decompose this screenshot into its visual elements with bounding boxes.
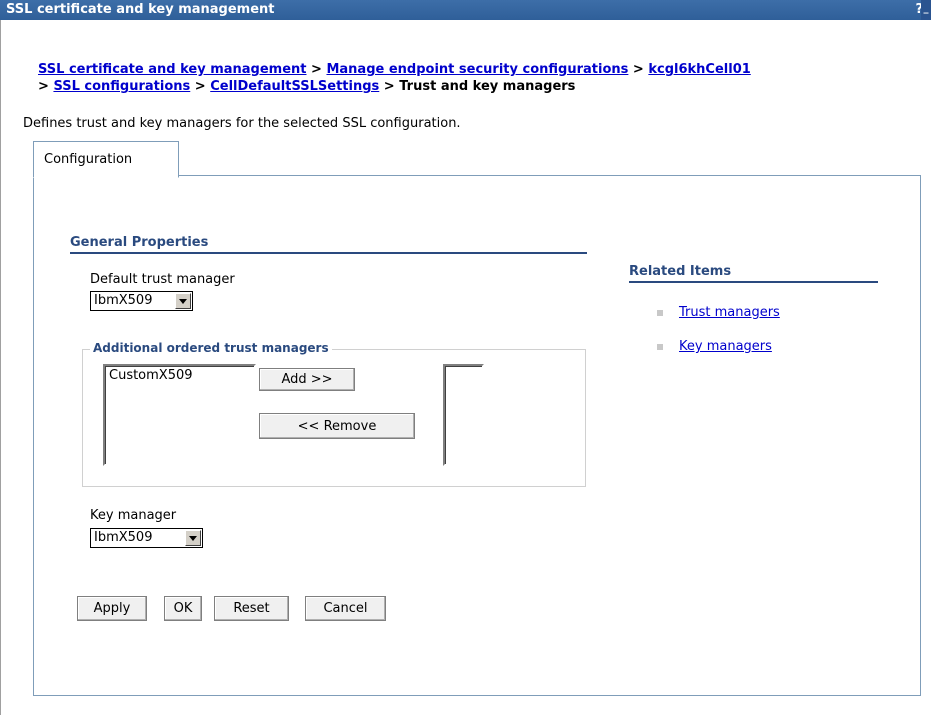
breadcrumb-separator: > (38, 79, 49, 94)
reset-button[interactable]: Reset (214, 596, 289, 621)
key-manager-label: Key manager (90, 508, 177, 523)
key-manager-select[interactable]: IbmX509 (90, 528, 203, 548)
trust-managers-link[interactable]: Trust managers (679, 305, 780, 320)
bullet-icon (657, 309, 663, 316)
breadcrumb-separator: > (632, 62, 644, 77)
related-item-key-managers[interactable]: Key managers (657, 339, 772, 354)
breadcrumb-separator: > (383, 79, 395, 94)
remove-button[interactable]: << Remove (259, 413, 415, 439)
related-items-title: Related Items (629, 264, 732, 279)
breadcrumb-ssl-configurations[interactable]: SSL configurations (53, 79, 190, 94)
breadcrumb-ssl-cert-key-mgmt[interactable]: SSL certificate and key management (38, 62, 307, 77)
minimize-icon[interactable]: _ (921, 0, 931, 20)
default-trust-manager-label: Default trust manager (90, 272, 235, 287)
add-button[interactable]: Add >> (259, 368, 355, 391)
related-item-trust-managers[interactable]: Trust managers (657, 305, 780, 320)
breadcrumb-separator: > (311, 62, 322, 77)
bullet-icon (657, 343, 663, 350)
related-items-divider (629, 281, 878, 283)
default-trust-manager-value: IbmX509 (94, 293, 153, 308)
ok-button[interactable]: OK (164, 596, 202, 621)
window-border (0, 20, 1, 715)
key-manager-value: IbmX509 (94, 530, 153, 545)
breadcrumb-cell[interactable]: kcgl6khCell01 (648, 62, 750, 77)
window-title: SSL certificate and key management (6, 2, 275, 17)
default-trust-manager-select[interactable]: IbmX509 (90, 291, 193, 311)
available-trust-managers-list[interactable]: CustomX509 (103, 364, 256, 466)
page-description: Defines trust and key managers for the s… (23, 116, 461, 131)
breadcrumb-separator: > (194, 79, 206, 94)
breadcrumb: SSL certificate and key management > Man… (38, 61, 928, 95)
breadcrumb-cell-default-ssl-settings[interactable]: CellDefaultSSLSettings (210, 79, 379, 94)
list-item[interactable]: CustomX509 (109, 368, 193, 383)
selected-trust-managers-list[interactable] (443, 364, 484, 466)
window-title-bar: SSL certificate and key management ? _ (0, 0, 931, 20)
tab-configuration-label: Configuration (44, 152, 133, 167)
key-managers-link[interactable]: Key managers (679, 339, 772, 354)
general-properties-title: General Properties (70, 235, 209, 250)
breadcrumb-manage-endpoint-security[interactable]: Manage endpoint security configurations (326, 62, 628, 77)
tab-configuration[interactable]: Configuration (33, 141, 179, 178)
chevron-down-icon[interactable] (175, 293, 191, 309)
apply-button[interactable]: Apply (77, 596, 147, 621)
additional-trust-managers-legend: Additional ordered trust managers (90, 341, 332, 355)
breadcrumb-current: Trust and key managers (399, 79, 576, 94)
chevron-down-icon[interactable] (185, 530, 201, 546)
general-properties-divider (70, 252, 587, 254)
cancel-button[interactable]: Cancel (305, 596, 386, 621)
